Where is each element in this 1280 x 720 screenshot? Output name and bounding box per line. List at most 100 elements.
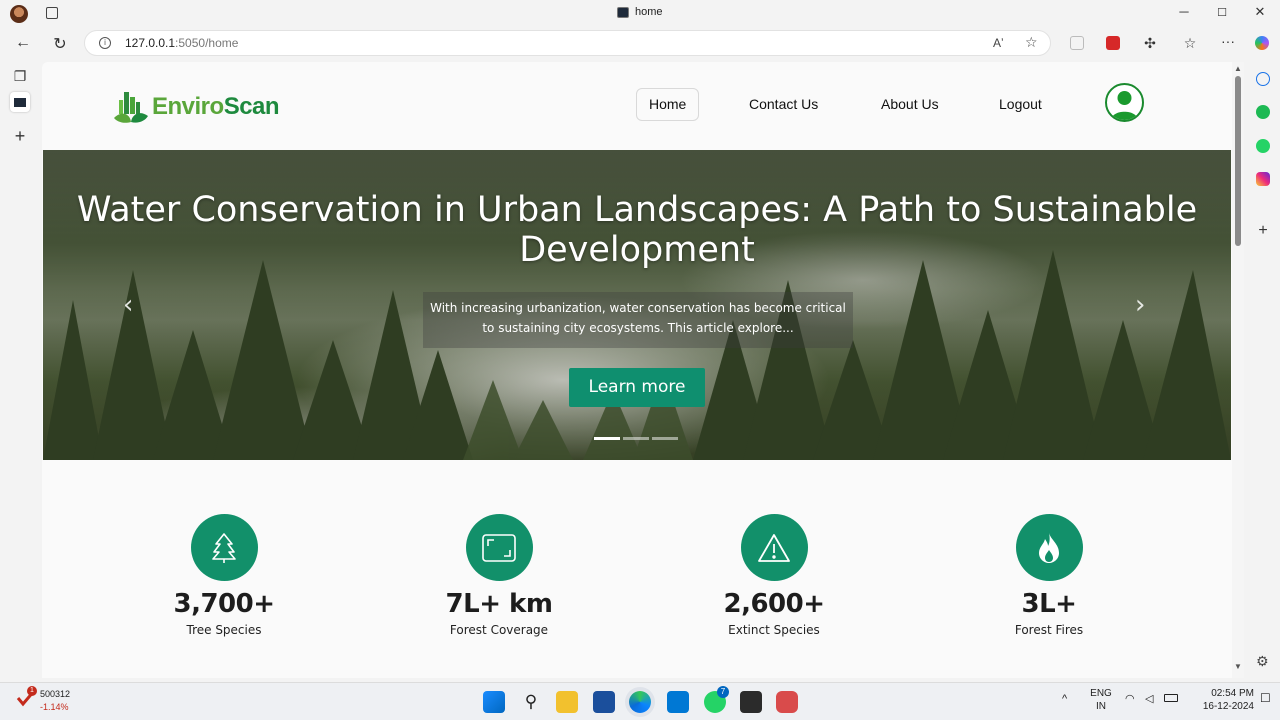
stat-icon-circle: [1015, 514, 1083, 581]
stat-icon-circle: [740, 514, 808, 581]
read-aloud-icon[interactable]: Aʼ: [993, 36, 1004, 50]
user-avatar-icon: [1111, 91, 1138, 120]
taskbar-search-icon[interactable]: ⚲: [520, 691, 542, 713]
whatsapp-taskbar-icon[interactable]: 7: [704, 686, 729, 713]
window-title: home: [617, 6, 663, 18]
favorites-icon[interactable]: ☆: [1180, 35, 1200, 52]
tab-favicon-icon: [617, 6, 629, 18]
fire-icon: [1039, 532, 1059, 563]
scroll-up-icon[interactable]: ▲: [1234, 64, 1242, 73]
terminal-icon[interactable]: [740, 691, 762, 713]
tab-actions-icon[interactable]: [46, 7, 58, 19]
nav-about-us[interactable]: About Us: [868, 88, 952, 121]
volume-icon[interactable]: ◁: [1145, 693, 1153, 706]
battery-icon[interactable]: [1164, 694, 1178, 702]
wifi-icon[interactable]: ◠: [1125, 693, 1135, 706]
tree-icon: [212, 532, 236, 563]
back-icon[interactable]: ←: [13, 34, 33, 52]
instagram-icon[interactable]: [1256, 172, 1270, 186]
file-explorer-icon[interactable]: [556, 691, 578, 713]
add-sidebar-app-icon[interactable]: +: [1256, 223, 1270, 239]
carousel-indicator-2[interactable]: [623, 437, 649, 440]
clock-date: 16-12-2024: [1202, 701, 1254, 712]
sidebar-settings-icon[interactable]: ⚙: [1256, 654, 1270, 668]
tab-actions-menu-icon[interactable]: ❐: [10, 66, 30, 86]
stock-change: -1.14%: [40, 702, 69, 712]
logo-text-enviro: Enviro: [152, 93, 224, 120]
site-info-icon[interactable]: i: [99, 37, 111, 49]
page-scrollbar[interactable]: ▲ ▼: [1232, 62, 1244, 678]
carousel-indicators: [594, 437, 678, 440]
vscode-icon[interactable]: [667, 691, 689, 713]
site-logo[interactable]: EnviroScan: [112, 88, 280, 126]
learn-more-button[interactable]: Learn more: [569, 368, 705, 407]
hero-carousel: Water Conservation in Urban Landscapes: …: [43, 150, 1231, 460]
window-title-text: home: [635, 6, 663, 18]
split-screen-icon[interactable]: [1070, 36, 1084, 50]
extension-red-icon[interactable]: [1106, 36, 1120, 50]
scrollbar-thumb[interactable]: [1235, 76, 1241, 246]
carousel-prev-icon[interactable]: ‹: [123, 290, 133, 320]
close-window-button[interactable]: ✕: [1250, 4, 1270, 20]
carousel-next-icon[interactable]: ›: [1135, 290, 1145, 320]
stat-forest-fires: 3L+ Forest Fires: [959, 514, 1139, 637]
favorite-star-icon[interactable]: ☆: [1025, 34, 1038, 51]
hero-description: With increasing urbanization, water cons…: [430, 301, 846, 335]
windows-taskbar: 1 500312 -1.14% ⚲ 7 ^ ENG IN ◠ ◁ 02:54 P…: [0, 682, 1280, 720]
edge-browser-icon[interactable]: [629, 691, 651, 713]
edge-sidebar: + ⚙: [1248, 60, 1280, 682]
profile-avatar[interactable]: [10, 5, 28, 23]
stock-widget-icon: 1: [16, 686, 37, 707]
copilot-icon[interactable]: [1255, 36, 1269, 50]
user-profile-button[interactable]: [1105, 83, 1144, 122]
refresh-icon[interactable]: ↻: [50, 34, 70, 54]
microsoft-store-icon[interactable]: [593, 691, 615, 713]
stat-tree-species: 3,700+ Tree Species: [134, 514, 314, 637]
whatsapp-icon[interactable]: [1256, 139, 1270, 153]
nav-logout[interactable]: Logout: [986, 88, 1055, 121]
stat-icon-circle: [465, 514, 533, 581]
stock-widget[interactable]: 1 500312 -1.14%: [16, 686, 71, 714]
new-tab-icon[interactable]: +: [10, 126, 30, 146]
tab-home[interactable]: [10, 92, 30, 112]
vertical-tab-bar: ❐ +: [0, 60, 40, 682]
nav-contact-us[interactable]: Contact Us: [736, 88, 831, 121]
stat-value: 2,600+: [723, 589, 825, 619]
logo-text-scan: Scan: [223, 93, 280, 120]
notifications-icon[interactable]: ☐: [1260, 692, 1271, 705]
minimize-button[interactable]: ─: [1174, 4, 1194, 19]
stat-label: Forest Coverage: [449, 623, 549, 637]
android-studio-icon[interactable]: [776, 691, 798, 713]
clock[interactable]: 02:54 PM 16-12-2024: [1192, 687, 1254, 713]
clock-time: 02:54 PM: [1211, 688, 1254, 699]
more-menu-icon[interactable]: ···: [1218, 33, 1238, 49]
stat-value: 7L+ km: [445, 589, 553, 619]
page-viewport: EnviroScan Home Contact Us About Us Logo…: [42, 62, 1232, 678]
extensions-icon[interactable]: ✣: [1140, 35, 1160, 52]
stock-badge: 1: [27, 686, 37, 696]
tray-overflow-icon[interactable]: ^: [1062, 693, 1067, 706]
carousel-indicator-3[interactable]: [652, 437, 678, 440]
spotify-icon[interactable]: [1256, 105, 1270, 119]
scroll-down-icon[interactable]: ▼: [1234, 662, 1242, 671]
url-path: :5050/home: [175, 36, 239, 50]
stat-label: Tree Species: [186, 623, 262, 637]
warning-icon: [758, 533, 790, 562]
url-host: 127.0.0.1: [125, 36, 176, 50]
maximize-button[interactable]: ☐: [1212, 6, 1232, 19]
stock-value: 500312: [40, 689, 71, 699]
stat-forest-coverage: 7L+ km Forest Coverage: [409, 514, 589, 637]
language-line2: IN: [1096, 701, 1106, 712]
url-text[interactable]: 127.0.0.1:5050/home: [125, 36, 238, 50]
site-header: EnviroScan Home Contact Us About Us Logo…: [42, 62, 1232, 150]
stat-value: 3,700+: [173, 589, 275, 619]
language-line1: ENG: [1090, 688, 1112, 699]
stat-label: Forest Fires: [1014, 623, 1084, 637]
language-indicator[interactable]: ENG IN: [1088, 687, 1114, 713]
address-bar[interactable]: i 127.0.0.1:5050/home Aʼ ☆: [84, 30, 1051, 56]
nav-home[interactable]: Home: [636, 88, 700, 121]
search-icon[interactable]: [1256, 72, 1270, 86]
carousel-indicator-1[interactable]: [594, 437, 620, 440]
windows-start-icon[interactable]: [483, 691, 505, 713]
stat-extinct-species: 2,600+ Extinct Species: [684, 514, 864, 637]
